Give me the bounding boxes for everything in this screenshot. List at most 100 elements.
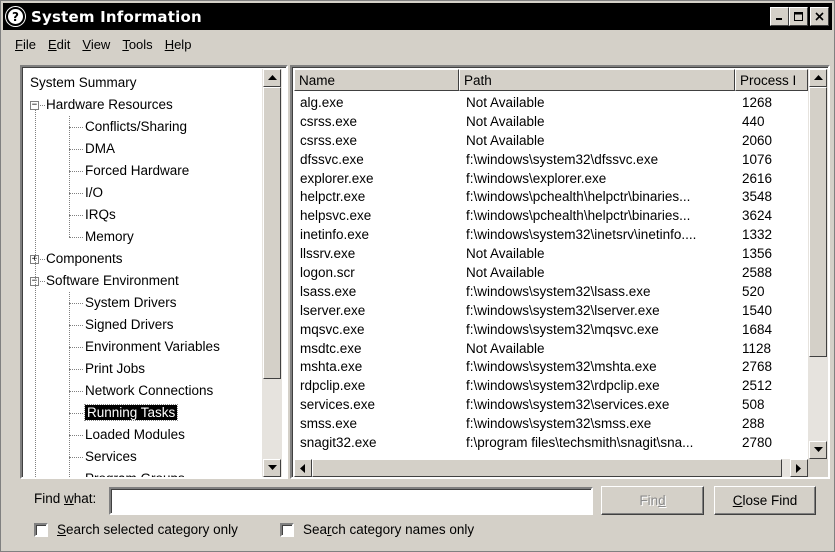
- tree-item-label: Conflicts/Sharing: [85, 119, 188, 134]
- tree-vertical-scrollbar[interactable]: [262, 69, 282, 477]
- tree-connector: [69, 303, 83, 304]
- list-vertical-scrollbar[interactable]: [808, 69, 828, 459]
- check1-post: earch selected category only: [66, 522, 238, 537]
- menu-post: iew: [90, 37, 111, 52]
- menu-item[interactable]: Help: [165, 37, 192, 52]
- search-selected-category-checkbox[interactable]: [34, 522, 48, 537]
- list-scroll-left-button[interactable]: [294, 459, 312, 477]
- column-header-name[interactable]: Name: [294, 69, 459, 91]
- list-scroll-right-button[interactable]: [790, 459, 808, 477]
- table-row[interactable]: llssrv.exe Not Available 1356: [294, 245, 808, 264]
- tree-item[interactable]: DMA: [85, 138, 115, 160]
- tree-item[interactable]: Memory: [85, 226, 134, 248]
- table-row[interactable]: mqsvc.exe f:\windows\system32\mqsvc.exe 16…: [294, 321, 808, 340]
- cell-process-id: 1356: [742, 246, 773, 262]
- close-find-button[interactable]: Close Find: [714, 486, 816, 515]
- table-row[interactable]: logon.scr Not Available 2588: [294, 264, 808, 283]
- arrow-left-icon: [300, 463, 305, 473]
- tree-item[interactable]: Print Jobs: [85, 358, 145, 380]
- maximize-button[interactable]: [789, 7, 808, 26]
- tree-item[interactable]: Environment Variables: [85, 336, 220, 358]
- tree-item[interactable]: I/O: [85, 182, 103, 204]
- table-row[interactable]: rdpclip.exe f:\windows\system32\rdpclip.e…: [294, 377, 808, 396]
- table-row[interactable]: snagit32.exe f:\program files\techsmith\s…: [294, 434, 808, 453]
- table-row[interactable]: services.exe f:\windows\system32\services…: [294, 396, 808, 415]
- tree-item[interactable]: System Summary: [30, 72, 137, 94]
- tree-scroll-up-button[interactable]: [263, 69, 281, 87]
- cell-path: f:\windows\system32\rdpclip.exe: [466, 378, 660, 394]
- tree-item[interactable]: Loaded Modules: [85, 424, 185, 446]
- tree-view[interactable]: System Summary Hardware Resources − Conflic…: [24, 69, 262, 477]
- arrow-down-icon: [267, 465, 277, 470]
- table-row[interactable]: inetinfo.exe f:\windows\system32\inetsrv\…: [294, 226, 808, 245]
- column-header-process-id[interactable]: Process I: [735, 69, 808, 91]
- tree-item[interactable]: Hardware Resources: [46, 94, 173, 116]
- scrollbar-corner: [808, 459, 828, 477]
- collapse-icon[interactable]: −: [30, 101, 39, 110]
- menu-item[interactable]: View: [82, 37, 110, 52]
- search-category-names-only[interactable]: Sea r ch category names only: [280, 522, 474, 537]
- cell-name: mshta.exe: [300, 359, 363, 375]
- tree-item[interactable]: Running Tasks: [83, 402, 179, 424]
- menu-bar: File Edit View Tools Help: [15, 37, 203, 52]
- table-row[interactable]: csrss.exe Not Available 440: [294, 113, 808, 132]
- cell-process-id: 2512: [742, 378, 773, 394]
- tree-item-label: System Drivers: [85, 295, 177, 310]
- tree-item[interactable]: Program Groups: [85, 468, 185, 477]
- close-button[interactable]: [810, 7, 829, 26]
- tree-item-label: Print Jobs: [85, 361, 146, 376]
- table-row[interactable]: helpctr.exe f:\windows\pchealth\helpctr\b…: [294, 188, 808, 207]
- tree-item[interactable]: Software Environment: [46, 270, 179, 292]
- menu-item[interactable]: Edit: [48, 37, 70, 52]
- list-hscroll-thumb[interactable]: [312, 459, 782, 477]
- find-what-input[interactable]: [111, 489, 591, 513]
- tree-connector: [35, 110, 36, 477]
- tree-item[interactable]: Conflicts/Sharing: [85, 116, 187, 138]
- search-selected-category-only[interactable]: Search selected category only: [34, 522, 238, 537]
- table-row[interactable]: mshta.exe f:\windows\system32\mshta.exe 27…: [294, 358, 808, 377]
- list-horizontal-scrollbar[interactable]: [294, 459, 808, 477]
- list-rows: alg.exe Not Available 1268 csrss.exe Not Ava…: [294, 94, 808, 453]
- tree-scroll-thumb[interactable]: [263, 87, 281, 379]
- tree-item[interactable]: System Drivers: [85, 292, 177, 314]
- menu-mnemonic: V: [82, 37, 91, 52]
- find-what-field[interactable]: [109, 487, 593, 515]
- table-row[interactable]: explorer.exe f:\windows\explorer.exe 2616: [294, 170, 808, 189]
- search-category-names-checkbox[interactable]: [280, 522, 294, 537]
- table-row[interactable]: alg.exe Not Available 1268: [294, 94, 808, 113]
- list-scroll-down-button[interactable]: [809, 441, 827, 459]
- table-row[interactable]: msdtc.exe Not Available 1128: [294, 340, 808, 359]
- tree-item[interactable]: Forced Hardware: [85, 160, 189, 182]
- minimize-button[interactable]: [770, 7, 789, 26]
- cell-path: f:\windows\explorer.exe: [466, 170, 607, 186]
- tree-item[interactable]: Signed Drivers: [85, 314, 174, 336]
- table-row[interactable]: helpsvc.exe f:\windows\pchealth\helpctr\b…: [294, 207, 808, 226]
- table-row[interactable]: smss.exe f:\windows\system32\smss.exe 288: [294, 415, 808, 434]
- menu-item[interactable]: Tools: [122, 37, 152, 52]
- tree-connector: [40, 105, 45, 106]
- cell-process-id: 3624: [742, 208, 773, 224]
- list-scroll-up-button[interactable]: [809, 69, 827, 87]
- tree-item[interactable]: Components: [46, 248, 123, 270]
- menu-item[interactable]: File: [15, 37, 36, 52]
- tree-item[interactable]: Services: [85, 446, 137, 468]
- table-row[interactable]: csrss.exe Not Available 2060: [294, 132, 808, 151]
- tree-connector: [69, 237, 83, 238]
- tree-item[interactable]: IRQs: [85, 204, 116, 226]
- category-tree[interactable]: System Summary Hardware Resources − Conflic…: [20, 65, 288, 479]
- cell-name: dfssvc.exe: [300, 151, 364, 167]
- tree-item[interactable]: Network Connections: [85, 380, 213, 402]
- cell-name: logon.scr: [300, 265, 355, 281]
- find-label-post: hat:: [73, 491, 97, 506]
- table-row[interactable]: lsass.exe f:\windows\system32\lsass.exe 52…: [294, 283, 808, 302]
- title-bar[interactable]: ? System Information: [3, 3, 832, 30]
- tree-item-label: Hardware Resources: [46, 97, 173, 112]
- list-scroll-thumb[interactable]: [809, 87, 827, 357]
- column-header-path[interactable]: Path: [459, 69, 735, 91]
- list-view[interactable]: Name Path Process I alg.exe Not Available…: [294, 69, 808, 459]
- find-button[interactable]: Fin d: [601, 486, 704, 515]
- table-row[interactable]: dfssvc.exe f:\windows\system32\dfssvc.exe…: [294, 151, 808, 170]
- tree-scroll-down-button[interactable]: [263, 459, 281, 477]
- tasks-list[interactable]: Name Path Process I alg.exe Not Available…: [290, 65, 830, 479]
- table-row[interactable]: lserver.exe f:\windows\system32\lserver.e…: [294, 302, 808, 321]
